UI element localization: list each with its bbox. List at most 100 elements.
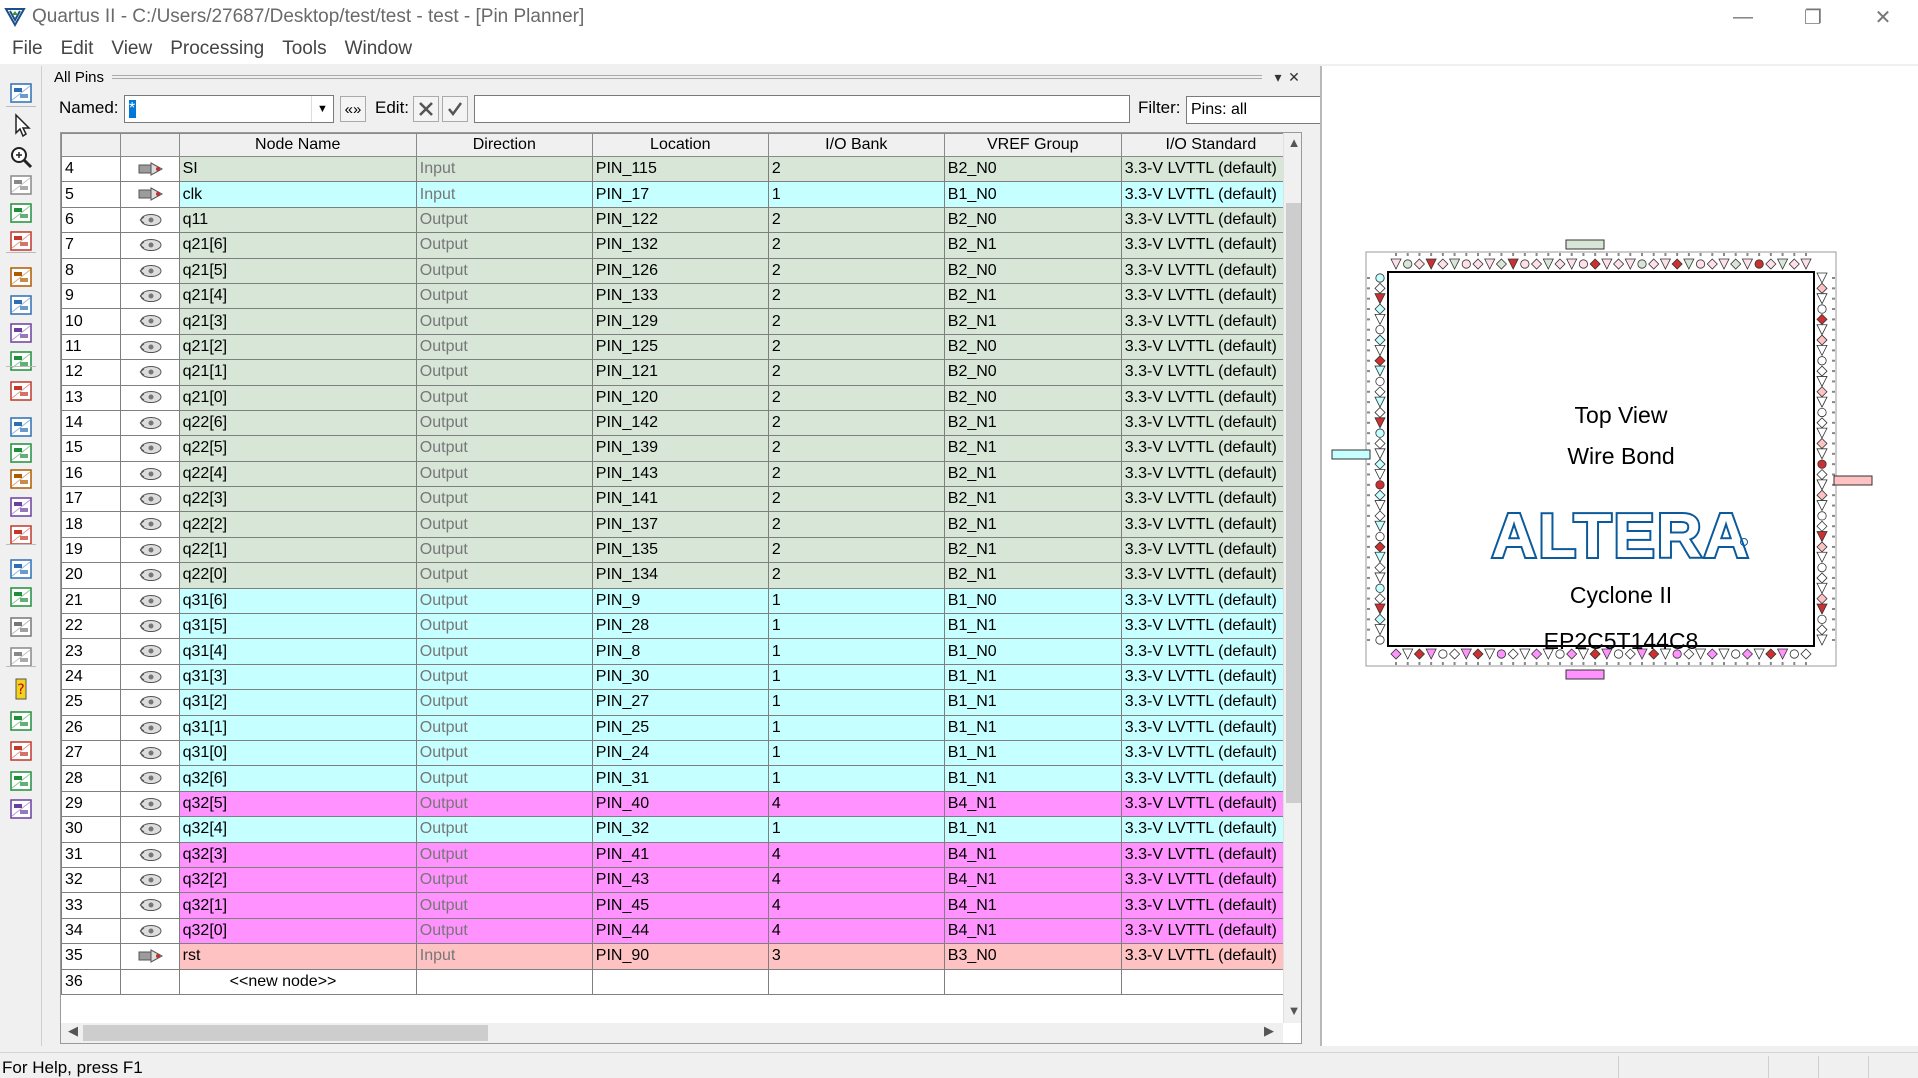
io-standard-cell[interactable]: 3.3-V LVTTL (default) xyxy=(1120,536,1301,564)
io-standard-cell[interactable]: 3.3-V LVTTL (default) xyxy=(1120,333,1301,361)
row-number[interactable]: 19 xyxy=(61,536,121,564)
fit-window-icon[interactable] xyxy=(6,170,36,200)
location-cell[interactable]: PIN_24 xyxy=(591,739,769,767)
row-number[interactable]: 13 xyxy=(61,384,121,411)
quartus-app-icon[interactable] xyxy=(4,6,26,28)
package-pin[interactable] xyxy=(1817,304,1827,314)
show-input-pins-icon[interactable] xyxy=(6,262,36,292)
row-number[interactable]: 17 xyxy=(61,486,121,513)
location-cell[interactable]: PIN_44 xyxy=(591,917,769,945)
location-cell[interactable]: PIN_134 xyxy=(591,562,769,589)
row-number[interactable]: 33 xyxy=(61,892,121,919)
table-row[interactable]: 21 q31[6] Output PIN_9 1 B1_N0 3.3-V LVTTL (de… xyxy=(61,587,1301,615)
node-name-cell[interactable]: q22[2] xyxy=(178,511,417,538)
table-row[interactable]: 11 q21[2] Output PIN_125 2 B2_N0 3.3-V LVTTL (… xyxy=(61,333,1301,361)
io-standard-cell[interactable]: 3.3-V LVTTL (default) xyxy=(1120,155,1301,183)
package-pin[interactable] xyxy=(1375,325,1385,335)
close-button[interactable]: ✕ xyxy=(1848,0,1918,34)
io-standard-cell[interactable]: 3.3-V LVTTL (default) xyxy=(1120,638,1301,665)
select-pointer-icon[interactable] xyxy=(6,110,36,140)
horizontal-scrollbar[interactable]: ◀ ▶ xyxy=(61,1023,1283,1043)
scroll-left-icon[interactable]: ◀ xyxy=(63,1023,83,1039)
menu-window[interactable]: Window xyxy=(343,38,415,60)
io-standard-cell[interactable]: 3.3-V LVTTL (default) xyxy=(1120,714,1301,741)
location-cell[interactable]: PIN_139 xyxy=(591,435,769,462)
io-standard-cell[interactable]: 3.3-V LVTTL (default) xyxy=(1120,409,1301,437)
row-number[interactable]: 21 xyxy=(61,587,121,615)
node-name-cell[interactable]: q31[3] xyxy=(178,663,417,691)
node-name-cell[interactable]: q22[0] xyxy=(178,562,417,589)
node-name-cell[interactable]: q21[2] xyxy=(178,333,417,361)
node-name-cell[interactable]: q22[4] xyxy=(178,460,417,488)
row-number[interactable]: 12 xyxy=(61,359,121,386)
io-standard-cell[interactable]: 3.3-V LVTTL (default) xyxy=(1120,384,1301,411)
row-number[interactable]: 4 xyxy=(61,155,121,183)
table-row[interactable]: 6 q11 Output PIN_122 2 B2_N0 3.3-V LVTTL (defa… xyxy=(61,206,1301,234)
node-name-cell[interactable]: q21[3] xyxy=(178,308,417,335)
panel-grip[interactable] xyxy=(112,75,1262,79)
table-row[interactable]: 10 q21[3] Output PIN_129 2 B2_N1 3.3-V LVTTL (… xyxy=(61,308,1301,335)
table-row[interactable]: 26 q31[1] Output PIN_25 1 B1_N1 3.3-V LVTTL (d… xyxy=(61,714,1301,741)
package-pin[interactable] xyxy=(1375,480,1385,490)
location-cell[interactable]: PIN_137 xyxy=(591,511,769,538)
show-pin-legend-icon[interactable] xyxy=(6,464,36,494)
row-number[interactable]: 27 xyxy=(61,739,121,767)
col-header-pin-type[interactable] xyxy=(119,133,180,157)
node-name-cell[interactable]: rst xyxy=(178,943,417,970)
node-name-cell[interactable]: q32[5] xyxy=(178,790,417,818)
table-row[interactable]: 7 q21[6] Output PIN_132 2 B2_N1 3.3-V LVTTL (d… xyxy=(61,232,1301,259)
location-cell[interactable]: PIN_30 xyxy=(591,663,769,691)
show-bidir-pins-icon[interactable] xyxy=(6,318,36,348)
io-standard-cell[interactable]: 3.3-V LVTTL (default) xyxy=(1120,460,1301,488)
new-node-row[interactable]: 36 <<new node>> xyxy=(61,968,1301,995)
location-cell[interactable]: PIN_115 xyxy=(591,155,769,183)
location-cell[interactable]: PIN_126 xyxy=(591,257,769,284)
package-pin[interactable] xyxy=(1754,259,1764,269)
table-row[interactable]: 23 q31[4] Output PIN_8 1 B1_N0 3.3-V LVTTL (de… xyxy=(61,638,1301,665)
layout-view-icon[interactable] xyxy=(6,554,36,584)
location-cell[interactable]: PIN_41 xyxy=(591,841,769,868)
pin-planner-tasks-icon[interactable] xyxy=(6,78,36,108)
row-number[interactable]: 30 xyxy=(61,816,121,843)
back-view-icon[interactable] xyxy=(6,612,36,642)
io-standard-cell[interactable]: 3.3-V LVTTL (default) xyxy=(1120,181,1301,208)
menu-file[interactable]: File xyxy=(10,38,45,60)
node-name-cell[interactable]: q32[3] xyxy=(178,841,417,868)
edit-value-input[interactable] xyxy=(474,95,1130,123)
table-row[interactable]: 32 q32[2] Output PIN_43 4 B4_N1 3.3-V LVTTL (d… xyxy=(61,866,1301,894)
node-name-cell[interactable]: q21[6] xyxy=(178,232,417,259)
location-cell[interactable]: PIN_43 xyxy=(591,866,769,894)
package-pin[interactable] xyxy=(1695,259,1706,269)
io-assignment-icon[interactable] xyxy=(6,736,36,766)
node-name-cell[interactable]: q21[1] xyxy=(178,359,417,386)
row-number[interactable]: 8 xyxy=(61,257,121,284)
table-row[interactable]: 12 q21[1] Output PIN_121 2 B2_N0 3.3-V LVTTL (… xyxy=(61,359,1301,386)
table-row[interactable]: 5 clk Input PIN_17 1 B1_N0 3.3-V LVTTL (defaul… xyxy=(61,181,1301,208)
package-pin[interactable] xyxy=(1461,259,1471,269)
node-name-cell[interactable]: q22[6] xyxy=(178,409,417,437)
node-name-cell[interactable]: q31[1] xyxy=(178,714,417,741)
show-fitter-pins-icon[interactable] xyxy=(6,642,36,672)
location-cell[interactable]: PIN_125 xyxy=(591,333,769,361)
io-standard-cell[interactable]: 3.3-V LVTTL (default) xyxy=(1120,790,1301,818)
io-standard-cell[interactable]: 3.3-V LVTTL (default) xyxy=(1120,587,1301,615)
node-name-cell[interactable]: q32[1] xyxy=(178,892,417,919)
menu-processing[interactable]: Processing xyxy=(168,38,266,60)
package-view[interactable]: ALTERA Top View Wire Bond Cyclone II EP2… xyxy=(1320,66,1918,1046)
io-standard-cell[interactable]: 3.3-V LVTTL (default) xyxy=(1120,917,1301,945)
io-standard-cell[interactable]: 3.3-V LVTTL (default) xyxy=(1120,943,1301,970)
node-name-cell[interactable]: q31[2] xyxy=(178,689,417,716)
node-name-cell[interactable]: q11 xyxy=(178,206,417,234)
node-name-cell[interactable]: q31[4] xyxy=(178,638,417,665)
location-cell[interactable]: PIN_28 xyxy=(591,613,769,640)
package-pin[interactable] xyxy=(1375,273,1385,283)
zoom-icon[interactable] xyxy=(6,142,36,172)
row-number[interactable]: 9 xyxy=(61,282,121,310)
package-pin[interactable] xyxy=(1375,531,1385,542)
node-name-cell[interactable]: q32[6] xyxy=(178,765,417,792)
row-number[interactable]: 31 xyxy=(61,841,121,868)
row-number[interactable]: 23 xyxy=(61,638,121,665)
io-standard-cell[interactable]: 3.3-V LVTTL (default) xyxy=(1120,892,1301,919)
row-number[interactable]: 35 xyxy=(61,943,121,970)
io-standard-cell[interactable]: 3.3-V LVTTL (default) xyxy=(1120,816,1301,843)
